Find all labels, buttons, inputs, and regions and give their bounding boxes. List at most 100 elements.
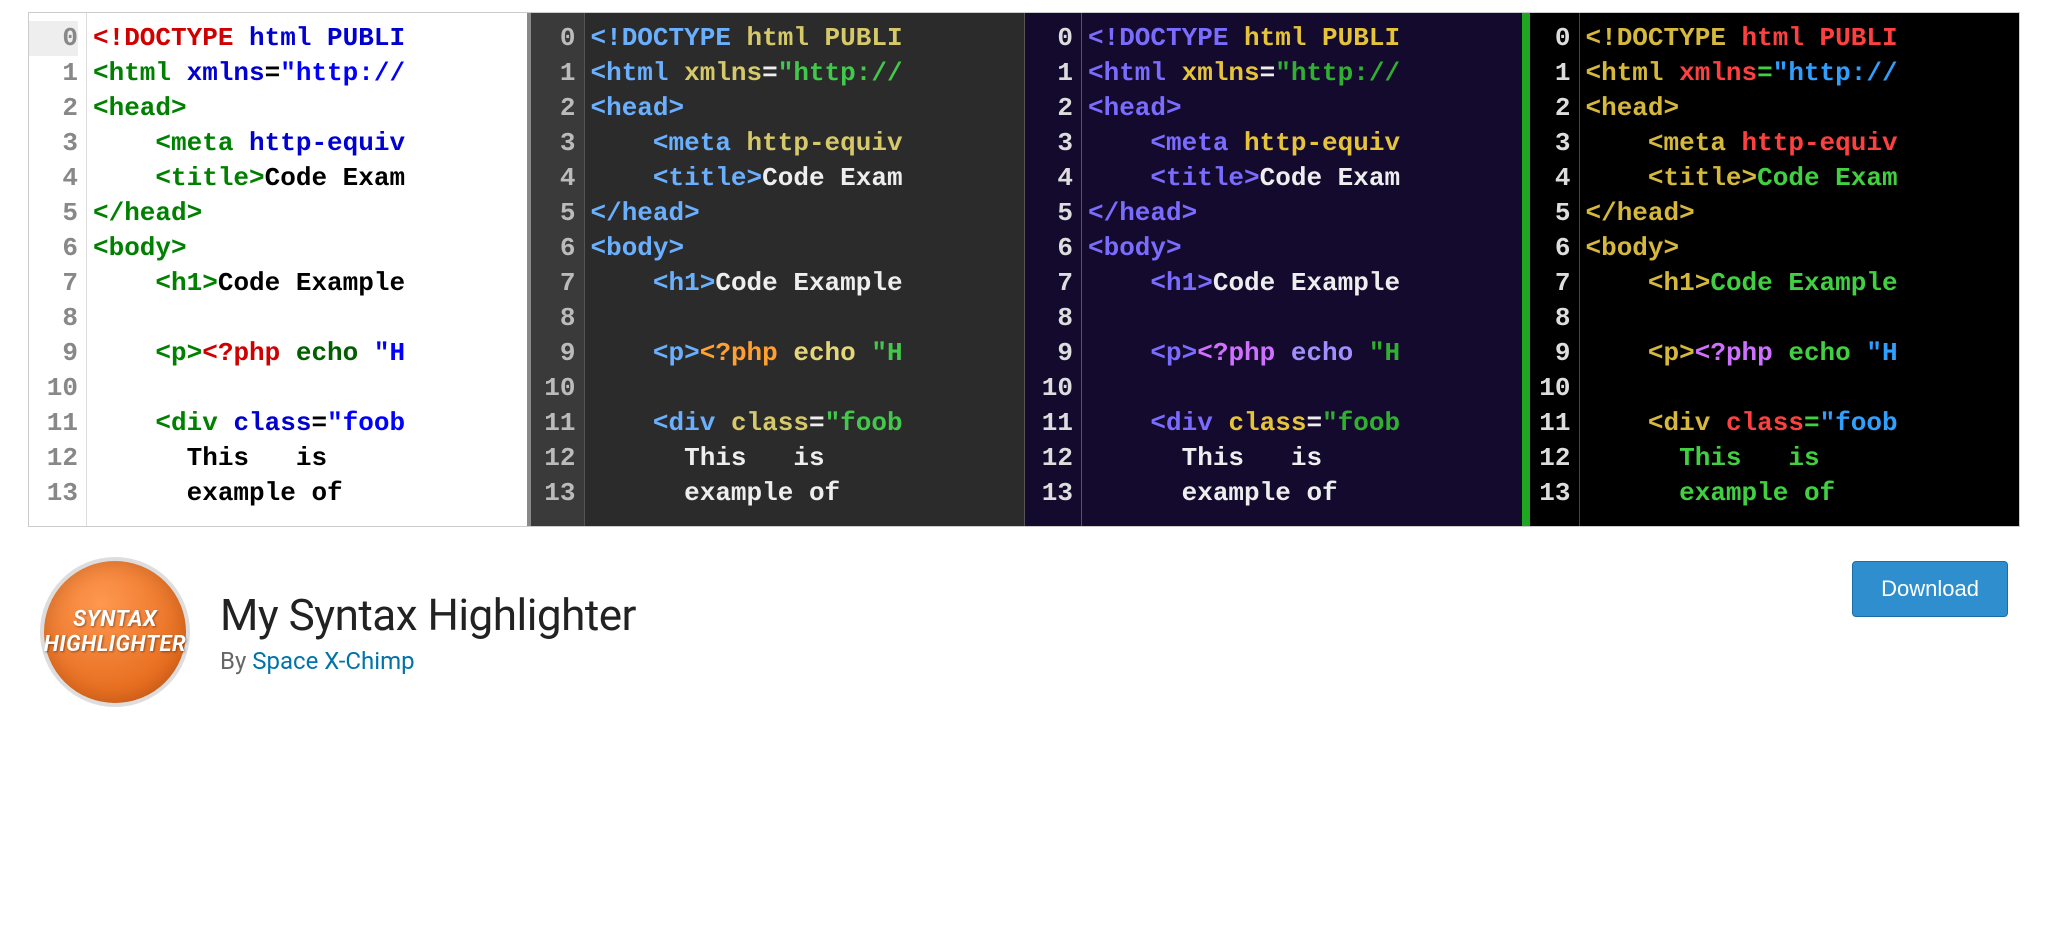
line-number: 2 [29,91,78,126]
syntax-highlighter-banner: 012345678910111213<!DOCTYPE html PUBLI<h… [28,12,2020,527]
line-number: 8 [1025,301,1073,336]
line-number-gutter: 012345678910111213 [1522,13,1580,526]
line-number-gutter: 012345678910111213 [1024,13,1082,526]
line-number: 5 [1530,196,1571,231]
line-number-gutter: 012345678910111213 [527,13,585,526]
code-line: <head> [93,91,527,126]
code-line: <h1>Code Example [591,266,1025,301]
logo-text-line1: SYNTAX [73,607,157,632]
line-number: 13 [1025,476,1073,511]
line-number: 9 [29,336,78,371]
code-line [1586,301,2020,336]
code-line: This is [93,441,527,476]
line-number: 4 [29,161,78,196]
plugin-author-line: By Space X-Chimp [220,647,1852,675]
line-number: 3 [531,126,576,161]
line-number: 3 [29,126,78,161]
code-line: example of [1088,476,1522,511]
line-number: 5 [1025,196,1073,231]
code-line [93,301,527,336]
plugin-title: My Syntax Highlighter [220,589,1852,641]
line-number: 12 [1530,441,1571,476]
code-line: <html xmlns="http:// [1586,56,2020,91]
code-area: <!DOCTYPE html PUBLI<html xmlns="http://… [87,13,527,526]
code-line: <h1>Code Example [1088,266,1522,301]
line-number: 10 [1530,371,1571,406]
line-number: 3 [1530,126,1571,161]
code-line: <body> [1586,231,2020,266]
code-line: <html xmlns="http:// [93,56,527,91]
line-number: 7 [29,266,78,301]
line-number: 4 [1025,161,1073,196]
code-line: <p><?php echo "H [1586,336,2020,371]
code-line: <p><?php echo "H [1088,336,1522,371]
code-line: <!DOCTYPE html PUBLI [591,21,1025,56]
code-line [591,301,1025,336]
line-number: 2 [1530,91,1571,126]
plugin-header: SYNTAX HIGHLIGHTER My Syntax Highlighter… [0,527,2048,707]
code-line: <title>Code Exam [1088,161,1522,196]
line-number: 2 [531,91,576,126]
line-number: 11 [1530,406,1571,441]
code-line: <div class="foob [1586,406,2020,441]
code-area: <!DOCTYPE html PUBLI<html xmlns="http://… [585,13,1025,526]
line-number: 12 [29,441,78,476]
line-number-gutter: 012345678910111213 [29,13,87,526]
code-line [93,371,527,406]
line-number: 13 [531,476,576,511]
code-line: </head> [1586,196,2020,231]
line-number: 10 [1025,371,1073,406]
code-line [1088,301,1522,336]
line-number: 12 [1025,441,1073,476]
line-number: 0 [1530,21,1571,56]
line-number: 1 [531,56,576,91]
code-line: </head> [93,196,527,231]
code-line: </head> [1088,196,1522,231]
code-line: <!DOCTYPE html PUBLI [93,21,527,56]
line-number: 7 [1025,266,1073,301]
line-number: 6 [1025,231,1073,266]
code-line: <p><?php echo "H [591,336,1025,371]
line-number: 10 [29,371,78,406]
line-number: 3 [1025,126,1073,161]
line-number: 13 [29,476,78,511]
code-line: <html xmlns="http:// [1088,56,1522,91]
theme-pane-light: 012345678910111213<!DOCTYPE html PUBLI<h… [29,13,527,526]
theme-pane-purple: 012345678910111213<!DOCTYPE html PUBLI<h… [1024,13,1522,526]
code-line: <meta http-equiv [93,126,527,161]
line-number: 7 [531,266,576,301]
line-number: 1 [29,56,78,91]
line-number: 0 [1025,21,1073,56]
line-number: 1 [1530,56,1571,91]
code-line: <head> [591,91,1025,126]
plugin-author-link[interactable]: Space X-Chimp [252,647,414,675]
code-line: This is [1088,441,1522,476]
theme-pane-black: 012345678910111213<!DOCTYPE html PUBLI<h… [1522,13,2020,526]
code-line: <h1>Code Example [1586,266,2020,301]
code-line: <body> [591,231,1025,266]
line-number: 11 [531,406,576,441]
line-number: 6 [531,231,576,266]
author-by-prefix: By [220,647,252,675]
line-number: 1 [1025,56,1073,91]
line-number: 11 [1025,406,1073,441]
plugin-title-block: My Syntax Highlighter By Space X-Chimp [220,589,1852,675]
code-line: <head> [1586,91,2020,126]
code-line: <body> [1088,231,1522,266]
line-number: 12 [531,441,576,476]
plugin-logo: SYNTAX HIGHLIGHTER [40,557,190,707]
code-area: <!DOCTYPE html PUBLI<html xmlns="http://… [1082,13,1522,526]
code-line: <title>Code Exam [1586,161,2020,196]
code-line: <div class="foob [93,406,527,441]
line-number: 11 [29,406,78,441]
code-area: <!DOCTYPE html PUBLI<html xmlns="http://… [1580,13,2020,526]
line-number: 6 [1530,231,1571,266]
theme-pane-dark: 012345678910111213<!DOCTYPE html PUBLI<h… [527,13,1025,526]
code-line: <body> [93,231,527,266]
line-number: 9 [531,336,576,371]
line-number: 8 [29,301,78,336]
download-button[interactable]: Download [1852,561,2008,617]
code-line: <!DOCTYPE html PUBLI [1586,21,2020,56]
line-number: 9 [1530,336,1571,371]
line-number: 7 [1530,266,1571,301]
